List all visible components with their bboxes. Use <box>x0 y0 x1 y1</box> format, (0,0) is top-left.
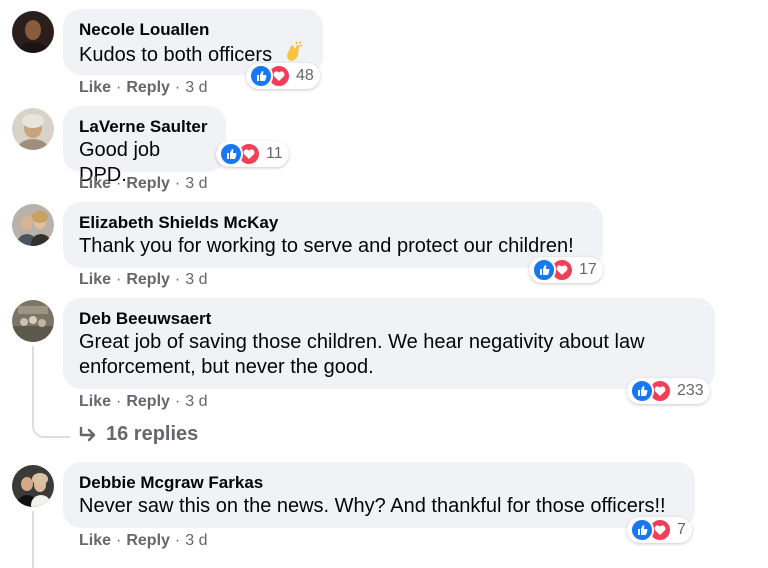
comment-actions: Like · Reply · 3 d <box>79 532 208 549</box>
like-reaction-icon <box>219 142 243 166</box>
reaction-count: 17 <box>579 261 597 278</box>
comment-author[interactable]: Debbie Mcgraw Farkas <box>79 472 679 494</box>
view-replies-link[interactable]: 16 replies <box>78 423 198 446</box>
comment-bubble: Deb Beeuwsaert Great job of saving those… <box>63 298 715 389</box>
comment-timestamp[interactable]: 3 d <box>185 271 207 288</box>
comment-bubble: Elizabeth Shields McKay Thank you for wo… <box>63 202 603 268</box>
reaction-count: 233 <box>677 382 704 399</box>
reply-button[interactable]: Reply <box>126 175 170 192</box>
avatar[interactable] <box>12 300 54 342</box>
like-reaction-icon <box>630 518 654 542</box>
comment-author[interactable]: LaVerne Saulter <box>79 116 210 138</box>
comment-actions: Like · Reply · 3 d <box>79 271 208 288</box>
comment-text: Thank you for working to serve and prote… <box>79 235 574 257</box>
avatar[interactable] <box>12 204 54 246</box>
reactions-summary[interactable]: 48 <box>246 63 320 89</box>
avatar[interactable] <box>12 465 54 507</box>
reaction-count: 7 <box>677 521 686 538</box>
comment-bubble: LaVerne Saulter Good job DPD. <box>63 106 226 186</box>
reply-button[interactable]: Reply <box>126 271 170 288</box>
like-button[interactable]: Like <box>79 175 111 192</box>
like-button[interactable]: Like <box>79 79 111 96</box>
reactions-summary[interactable]: 17 <box>529 257 603 283</box>
reaction-count: 11 <box>266 145 283 162</box>
reply-button[interactable]: Reply <box>126 393 170 410</box>
reaction-count: 48 <box>296 67 314 84</box>
reactions-summary[interactable]: 7 <box>627 517 692 543</box>
comment-bubble: Debbie Mcgraw Farkas Never saw this on t… <box>63 462 695 528</box>
comment-timestamp[interactable]: 3 d <box>185 175 207 192</box>
like-reaction-icon <box>630 379 654 403</box>
like-reaction-icon <box>532 258 556 282</box>
replies-count-label: 16 replies <box>106 423 199 445</box>
comment-actions: Like · Reply · 3 d <box>79 175 208 192</box>
comment-timestamp[interactable]: 3 d <box>185 532 207 549</box>
avatar[interactable] <box>12 11 54 53</box>
thread-line <box>32 346 34 416</box>
comment-actions: Like · Reply · 3 d <box>79 79 208 96</box>
comment-text: Great job of saving those children. We h… <box>79 331 645 378</box>
reply-button[interactable]: Reply <box>126 532 170 549</box>
comment-timestamp[interactable]: 3 d <box>185 79 207 96</box>
reply-arrow-icon <box>79 426 96 441</box>
comment-actions: Like · Reply · 3 d <box>79 393 208 410</box>
reply-button[interactable]: Reply <box>126 79 170 96</box>
reactions-summary[interactable]: 11 <box>216 141 289 167</box>
comment-text: Never saw this on the news. Why? And tha… <box>79 495 666 517</box>
comment-author[interactable]: Deb Beeuwsaert <box>79 308 699 330</box>
like-button[interactable]: Like <box>79 393 111 410</box>
comment-author[interactable]: Necole Louallen <box>79 19 307 41</box>
comment-author[interactable]: Elizabeth Shields McKay <box>79 212 587 234</box>
like-button[interactable]: Like <box>79 271 111 288</box>
comment-timestamp[interactable]: 3 d <box>185 393 207 410</box>
thread-line <box>32 416 70 438</box>
reactions-summary[interactable]: 233 <box>627 378 710 404</box>
like-reaction-icon <box>249 64 273 88</box>
thread-line <box>32 511 34 568</box>
avatar[interactable] <box>12 108 54 150</box>
like-button[interactable]: Like <box>79 532 111 549</box>
